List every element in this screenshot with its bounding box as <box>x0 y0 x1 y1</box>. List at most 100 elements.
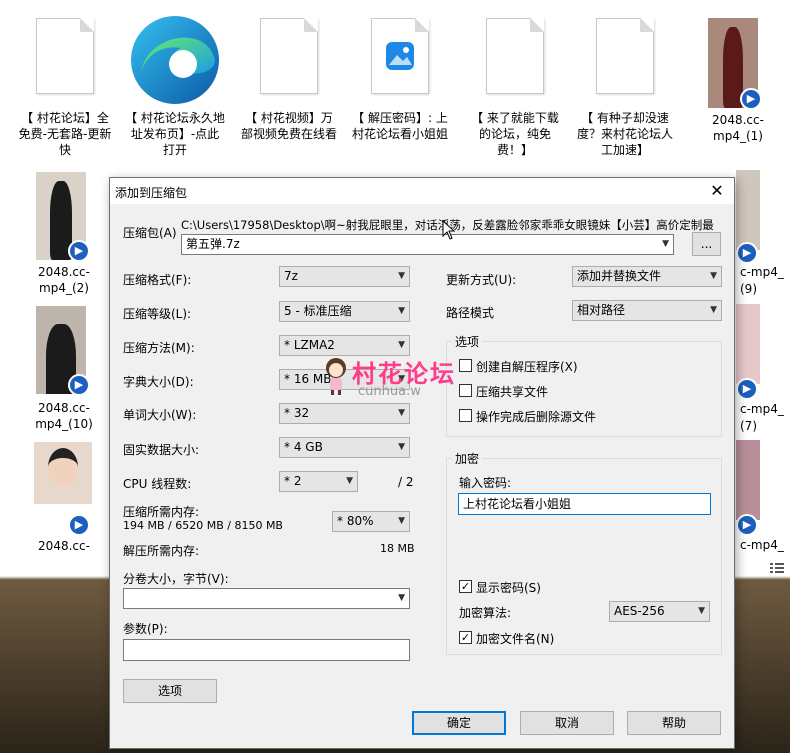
pathmode-value: 相对路径 <box>577 303 626 317</box>
cancel-button[interactable]: 取消 <box>520 711 614 735</box>
chevron-down-icon: ▼ <box>346 476 353 486</box>
chevron-down-icon: ▼ <box>710 271 717 281</box>
enc-method-value: AES-256 <box>614 604 665 618</box>
browse-button[interactable]: ... <box>692 232 721 256</box>
desktop-file-5[interactable]: 【 来了就能下载的论坛，纯免费！】 <box>466 18 564 163</box>
cpu-label: CPU 线程数: <box>123 477 192 491</box>
video-player-badge-icon: ▶ <box>68 240 90 262</box>
desktop-video-4[interactable]: ▶ 2048.cc-mp4_(12) <box>18 440 110 560</box>
video-player-badge-icon: ▶ <box>68 514 90 536</box>
desktop-video-2[interactable]: ▶ 2048.cc-mp4_(2) <box>18 168 110 298</box>
mem-comp-label: 压缩所需内存: <box>123 505 200 519</box>
pathmode-label: 路径模式 <box>446 306 495 320</box>
video-player-badge-icon: ▶ <box>736 242 758 264</box>
dialog-title: 添加到压缩包 <box>115 186 188 200</box>
dialog-titlebar[interactable]: 添加到压缩包 ✕ <box>110 178 734 204</box>
file-label: 【 村花论坛】全免费-无套路-更新快 <box>18 111 112 157</box>
desktop-file-6[interactable]: 【 有种子却没速度？来村花论坛人工加速】 <box>576 18 674 163</box>
file-label: 【 解压密码】: 上村花论坛看小姐姐 <box>352 111 449 141</box>
chevron-down-icon: ▼ <box>398 306 405 316</box>
split-combo[interactable]: ▼ <box>123 588 410 609</box>
video-thumbnail <box>736 304 760 384</box>
file-label: 【 来了就能下载的论坛，纯免费！】 <box>471 111 559 157</box>
show-password-checkbox[interactable]: ✓ <box>459 580 472 593</box>
desktop-file-1[interactable]: 【 村花论坛】全免费-无套路-更新快 <box>18 18 112 163</box>
video-player-badge-icon: ▶ <box>736 378 758 400</box>
delete-source-checkbox[interactable] <box>459 409 472 422</box>
password-label: 输入密码: <box>459 476 512 490</box>
archive-name-value: 第五弹.7z <box>186 237 240 251</box>
encrypt-names-label: 加密文件名(N) <box>476 632 555 646</box>
file-label: 2048.cc-mp4_(2) <box>38 265 90 295</box>
options-group-title: 选项 <box>452 333 483 350</box>
video-thumbnail <box>736 440 760 520</box>
cpu-value: * 2 <box>284 474 302 488</box>
image-file-icon <box>371 18 429 94</box>
file-label: 【 村花论坛永久地址发布页】-点此打开 <box>125 111 225 157</box>
shared-label: 压缩共享文件 <box>476 385 549 399</box>
close-icon[interactable]: ✕ <box>700 178 734 204</box>
word-select[interactable]: * 32 ▼ <box>279 403 410 424</box>
pathmode-select[interactable]: 相对路径 ▼ <box>572 300 722 321</box>
options-button[interactable]: 选项 <box>123 679 217 703</box>
document-icon <box>596 18 654 94</box>
level-select[interactable]: 5 - 标准压缩 ▼ <box>279 301 410 322</box>
delete-source-label: 操作完成后删除源文件 <box>476 410 597 424</box>
chevron-down-icon: ▼ <box>398 516 405 526</box>
file-label: 2048.cc-mp4_(1) <box>712 113 764 143</box>
file-label: c-mp4_ <box>740 265 784 279</box>
document-icon <box>36 18 94 94</box>
edge-browser-icon <box>131 16 219 104</box>
cpu-select[interactable]: * 2 ▼ <box>279 471 358 492</box>
desktop-video-1[interactable]: ▶ 2048.cc-mp4_(1) <box>690 14 786 149</box>
file-label: 【 有种子却没速度？来村花论坛人工加速】 <box>576 111 673 157</box>
update-select[interactable]: 添加并替换文件 ▼ <box>572 266 722 287</box>
document-icon <box>260 18 318 94</box>
document-icon <box>486 18 544 94</box>
level-value: 5 - 标准压缩 <box>284 304 352 318</box>
file-label: c-mp4_ <box>740 538 784 552</box>
show-password-label: 显示密码(S) <box>476 581 541 595</box>
cartoon-girl-logo-icon <box>326 358 346 395</box>
enc-method-label: 加密算法: <box>459 606 512 620</box>
update-label: 更新方式(U): <box>446 273 517 287</box>
params-input[interactable] <box>123 639 410 661</box>
video-thumbnail <box>736 170 760 250</box>
dict-label: 字典大小(D): <box>123 375 194 389</box>
file-label: 2048.cc-mp4_(12) <box>38 539 90 553</box>
enc-method-select[interactable]: AES-256 ▼ <box>609 601 710 622</box>
solid-select[interactable]: * 4 GB ▼ <box>279 437 410 458</box>
level-label: 压缩等级(L): <box>123 307 192 321</box>
solid-value: * 4 GB <box>284 440 323 454</box>
solid-label: 固实数据大小: <box>123 443 200 457</box>
desktop-file-3[interactable]: 【 村花视频】万部视频免费在线看 <box>241 18 337 163</box>
ok-button[interactable]: 确定 <box>412 711 506 735</box>
mouse-pointer-icon <box>442 220 456 240</box>
chevron-down-icon: ▼ <box>710 305 717 315</box>
word-value: * 32 <box>284 406 310 420</box>
desktop-file-4[interactable]: 【 解压密码】: 上村花论坛看小姐姐 <box>352 18 448 163</box>
mem-decomp-value: 18 MB <box>380 542 415 555</box>
file-label: (7) <box>740 419 757 433</box>
method-label: 压缩方法(M): <box>123 341 195 355</box>
sfx-label: 创建自解压程序(X) <box>476 360 578 374</box>
view-details-icon[interactable] <box>770 562 784 574</box>
encryption-group-title: 加密 <box>452 450 483 467</box>
mem-percent-select[interactable]: * 80% ▼ <box>332 511 410 532</box>
archive-name-combo[interactable]: 第五弹.7z ▼ <box>181 234 674 255</box>
watermark: 村花论坛 cunhua.w <box>322 352 482 402</box>
encrypt-names-checkbox[interactable]: ✓ <box>459 631 472 644</box>
help-button[interactable]: 帮助 <box>627 711 721 735</box>
chevron-down-icon: ▼ <box>398 271 405 281</box>
video-player-badge-icon: ▶ <box>740 88 762 110</box>
chevron-down-icon: ▼ <box>698 606 705 616</box>
desktop-video-3[interactable]: ▶ 2048.cc-mp4_(10) <box>18 302 110 434</box>
password-input[interactable]: 上村花论坛看小姐姐 <box>458 493 711 515</box>
split-label: 分卷大小，字节(V): <box>123 572 229 586</box>
video-thumbnail <box>34 442 92 504</box>
file-label: 2048.cc-mp4_(10) <box>35 401 93 431</box>
desktop-file-2[interactable]: 【 村花论坛永久地址发布页】-点此打开 <box>125 14 225 164</box>
format-select[interactable]: 7z ▼ <box>279 266 410 287</box>
video-player-badge-icon: ▶ <box>736 514 758 536</box>
add-to-archive-dialog: 添加到压缩包 ✕ 压缩包(A) C:\Users\17958\Desktop\啊… <box>109 177 735 749</box>
